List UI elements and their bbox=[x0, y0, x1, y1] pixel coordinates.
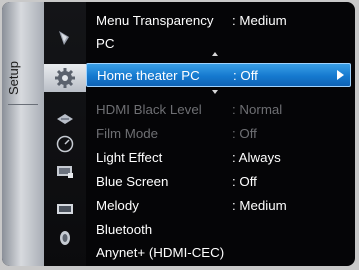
menu-item-label: Home theater PC bbox=[97, 68, 200, 83]
menu-item-film-mode: Film Mode : Off bbox=[86, 123, 351, 145]
support-icon[interactable] bbox=[52, 162, 78, 182]
menu-item-label: Film Mode bbox=[96, 126, 159, 141]
application-icon[interactable] bbox=[52, 134, 78, 154]
category-tab: Setup bbox=[2, 2, 44, 266]
picture-icon[interactable] bbox=[52, 28, 78, 48]
menu-item-home-theater-pc[interactable]: Home theater PC : Off bbox=[86, 63, 351, 87]
menu-item-label: PC bbox=[96, 36, 115, 51]
menu-item-label: Menu Transparency bbox=[96, 13, 214, 28]
menu-item-label: Anynet+ (HDMI-CEC) bbox=[96, 245, 225, 260]
category-divider bbox=[8, 104, 38, 105]
menu-item-blue-screen[interactable]: Blue Screen : Off bbox=[86, 171, 351, 193]
submenu-arrow-icon bbox=[337, 70, 344, 80]
menu-item-label: Light Effect bbox=[96, 150, 163, 165]
menu-item-label: Bluetooth bbox=[96, 222, 153, 237]
menu-item-value: : Off bbox=[233, 68, 258, 83]
category-icon-bar bbox=[44, 2, 86, 266]
menu-item-label: Melody bbox=[96, 198, 139, 213]
setup-menu-list: Menu Transparency : Medium PC Home theat… bbox=[86, 2, 355, 266]
menu-item-melody[interactable]: Melody : Medium bbox=[86, 195, 351, 217]
setup-gear-icon[interactable] bbox=[44, 64, 86, 92]
osd-menu-window: Setup Menu Transparency : Medium PC Home… bbox=[2, 2, 355, 266]
menu-item-value: : Off bbox=[232, 126, 257, 141]
menu-item-label: Blue Screen bbox=[96, 174, 169, 189]
menu-item-value: : Medium bbox=[232, 198, 287, 213]
menu-item-bluetooth[interactable]: Bluetooth bbox=[86, 219, 351, 241]
menu-item-value: : Always bbox=[232, 150, 281, 165]
menu-item-value: : Normal bbox=[232, 102, 283, 117]
menu-item-label: HDMI Black Level bbox=[96, 102, 202, 117]
scroll-down-indicator-icon bbox=[212, 90, 218, 94]
scroll-up-indicator-icon bbox=[212, 52, 218, 56]
sound-icon[interactable] bbox=[52, 228, 78, 248]
menu-item-pc[interactable]: PC bbox=[86, 33, 351, 55]
input-icon[interactable] bbox=[52, 109, 78, 129]
menu-item-menu-transparency[interactable]: Menu Transparency : Medium bbox=[86, 10, 351, 32]
multimedia-icon[interactable] bbox=[52, 199, 78, 219]
category-label: Setup bbox=[6, 61, 21, 95]
menu-item-anynet[interactable]: Anynet+ (HDMI-CEC) bbox=[86, 242, 351, 264]
menu-item-hdmi-black-level: HDMI Black Level : Normal bbox=[86, 99, 351, 121]
menu-item-value: : Medium bbox=[232, 13, 287, 28]
menu-item-value: : Off bbox=[232, 174, 257, 189]
menu-item-light-effect[interactable]: Light Effect : Always bbox=[86, 147, 351, 169]
